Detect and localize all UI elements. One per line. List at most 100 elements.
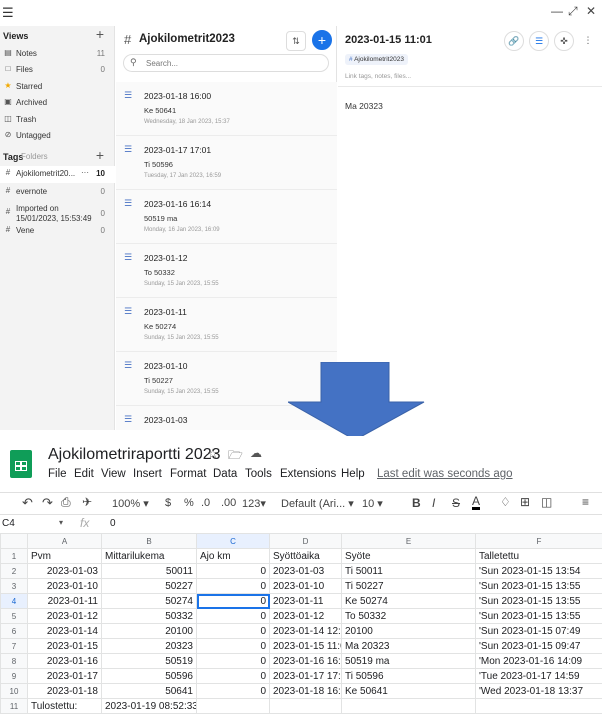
- note-list-item[interactable]: ☰ 2023-01-12 To 50332 Sunday, 15 Jan 202…: [116, 244, 337, 298]
- sort-icon[interactable]: ⇅: [286, 31, 306, 51]
- cell-a11[interactable]: Tulostettu:: [27, 698, 102, 714]
- row-header[interactable]: 6: [0, 623, 28, 639]
- row-header[interactable]: 10: [0, 683, 28, 699]
- cell-c3[interactable]: 0: [196, 578, 270, 594]
- cell-c8[interactable]: 0: [196, 653, 270, 669]
- merge-cells-icon[interactable]: ◫: [541, 495, 552, 509]
- cell-d9[interactable]: 2023-01-17 17:0: [269, 668, 342, 684]
- move-folder-icon[interactable]: 🗁: [228, 446, 243, 467]
- strikethrough-icon[interactable]: S: [452, 496, 460, 510]
- menu-insert[interactable]: Insert: [133, 468, 162, 480]
- number-format-select[interactable]: 123▾: [242, 497, 266, 510]
- menu-view[interactable]: View: [101, 468, 126, 480]
- note-tag-chip[interactable]: # Ajokilometrit2023: [345, 54, 408, 65]
- sidebar-item-trash[interactable]: ◫ Trash: [0, 112, 115, 128]
- sidebar-tag-evernote[interactable]: # evernote 0: [0, 184, 115, 200]
- add-tag-icon[interactable]: +: [96, 147, 104, 163]
- cell-b11[interactable]: 2023-01-19 08:52:33: [101, 698, 197, 714]
- sidebar-item-untagged[interactable]: ⊘ Untagged: [0, 128, 115, 144]
- cell-d2[interactable]: 2023-01-03: [269, 563, 342, 579]
- decrease-decimal-button[interactable]: .0: [201, 497, 210, 509]
- cell-a10[interactable]: 2023-01-18: [27, 683, 102, 699]
- cell-f5[interactable]: 'Sun 2023-01-15 13:55: [475, 608, 602, 624]
- cell-d8[interactable]: 2023-01-16 16:1: [269, 653, 342, 669]
- borders-icon[interactable]: ⊞: [520, 495, 530, 509]
- menu-data[interactable]: Data: [213, 468, 237, 480]
- more-options-icon[interactable]: ···: [81, 168, 89, 177]
- doc-title[interactable]: Ajokilometriraportti 2023: [48, 446, 221, 464]
- cell-c10[interactable]: 0: [196, 683, 270, 699]
- cell-b6[interactable]: 20100: [101, 623, 197, 639]
- maximize-icon[interactable]: ⤢: [568, 4, 578, 19]
- row-header[interactable]: 11: [0, 698, 28, 714]
- row-header[interactable]: 1: [0, 548, 28, 564]
- cell-c1[interactable]: Ajo km: [196, 548, 270, 564]
- cell-e9[interactable]: Ti 50596: [341, 668, 476, 684]
- cloud-status-icon[interactable]: ☁: [250, 446, 262, 460]
- cell-c6[interactable]: 0: [196, 623, 270, 639]
- bold-icon[interactable]: B: [412, 496, 421, 510]
- cell-b8[interactable]: 50519: [101, 653, 197, 669]
- cell-c11[interactable]: [196, 698, 270, 714]
- last-edit-link[interactable]: Last edit was seconds ago: [377, 468, 513, 480]
- menu-help[interactable]: Help: [341, 468, 365, 480]
- cell-d1[interactable]: Syöttöaika: [269, 548, 342, 564]
- cell-f8[interactable]: 'Mon 2023-01-16 14:09: [475, 653, 602, 669]
- cell-f6[interactable]: 'Sun 2023-01-15 07:49: [475, 623, 602, 639]
- redo-icon[interactable]: ↷: [42, 495, 53, 511]
- row-header[interactable]: 4: [0, 593, 28, 609]
- font-family-select[interactable]: Default (Ari... ▾: [281, 497, 354, 510]
- print-icon[interactable]: ⎙: [61, 495, 71, 510]
- cell-a2[interactable]: 2023-01-03: [27, 563, 102, 579]
- cell-f3[interactable]: 'Sun 2023-01-15 13:55: [475, 578, 602, 594]
- note-list-item[interactable]: ☰ 2023-01-18 16:00 Ke 50641 Wednesday, 1…: [116, 82, 337, 136]
- note-list-item[interactable]: ☰ 2023-01-17 17:01 Ti 50596 Tuesday, 17 …: [116, 136, 337, 190]
- font-size-select[interactable]: 10 ▾: [362, 497, 383, 510]
- cell-e11[interactable]: [341, 698, 476, 714]
- cell-a9[interactable]: 2023-01-17: [27, 668, 102, 684]
- fill-color-icon[interactable]: ♢: [500, 495, 511, 509]
- cell-b4[interactable]: 50274: [101, 593, 197, 609]
- percent-format-button[interactable]: %: [184, 497, 194, 509]
- cell-d3[interactable]: 2023-01-10: [269, 578, 342, 594]
- hamburger-menu-icon[interactable]: ☰: [2, 5, 14, 21]
- minimize-icon[interactable]: —: [551, 4, 563, 18]
- cell-c9[interactable]: 0: [196, 668, 270, 684]
- currency-format-button[interactable]: $: [165, 497, 171, 509]
- cell-b7[interactable]: 20323: [101, 638, 197, 654]
- column-header-a[interactable]: A: [27, 533, 102, 549]
- search-input[interactable]: ⚲ Search...: [123, 54, 329, 72]
- cell-f4[interactable]: 'Sun 2023-01-15 13:55: [475, 593, 602, 609]
- row-header[interactable]: 7: [0, 638, 28, 654]
- cell-a8[interactable]: 2023-01-16: [27, 653, 102, 669]
- cell-e5[interactable]: To 50332: [341, 608, 476, 624]
- note-detail-title[interactable]: 2023-01-15 11:01: [345, 34, 432, 46]
- cell-a7[interactable]: 2023-01-15: [27, 638, 102, 654]
- column-header-f[interactable]: F: [475, 533, 602, 549]
- cell-f2[interactable]: 'Sun 2023-01-15 13:54: [475, 563, 602, 579]
- folders-tab[interactable]: Folders: [21, 152, 48, 161]
- cell-e6[interactable]: 20100: [341, 623, 476, 639]
- close-icon[interactable]: ✕: [586, 4, 596, 18]
- cell-e3[interactable]: Ti 50227: [341, 578, 476, 594]
- menu-format[interactable]: Format: [170, 468, 206, 480]
- cell-c7[interactable]: 0: [196, 638, 270, 654]
- note-list-item[interactable]: ☰ 2023-01-16 16:14 50519 ma Monday, 16 J…: [116, 190, 337, 244]
- sidebar-tag-ajokilometrit[interactable]: # Ajokilometrit20... ··· 10: [0, 166, 115, 183]
- formula-bar-input[interactable]: 0: [110, 518, 116, 529]
- cell-reference-box[interactable]: C4: [2, 518, 15, 529]
- cell-d10[interactable]: 2023-01-18 16:0: [269, 683, 342, 699]
- cell-b3[interactable]: 50227: [101, 578, 197, 594]
- cell-b2[interactable]: 50011: [101, 563, 197, 579]
- note-list-item[interactable]: ☰ 2023-01-11 Ke 50274 Sunday, 15 Jan 202…: [116, 298, 337, 352]
- increase-decimal-button[interactable]: .00: [221, 497, 236, 509]
- menu-file[interactable]: File: [48, 468, 67, 480]
- more-options-icon[interactable]: ⋮: [578, 31, 598, 51]
- cell-e4[interactable]: Ke 50274: [341, 593, 476, 609]
- cell-d5[interactable]: 2023-01-12: [269, 608, 342, 624]
- cell-c2[interactable]: 0: [196, 563, 270, 579]
- align-icon[interactable]: ≡: [582, 495, 589, 509]
- cell-e7[interactable]: Ma 20323: [341, 638, 476, 654]
- cell-d4[interactable]: 2023-01-11: [269, 593, 342, 609]
- zoom-select[interactable]: 100% ▾: [112, 497, 149, 510]
